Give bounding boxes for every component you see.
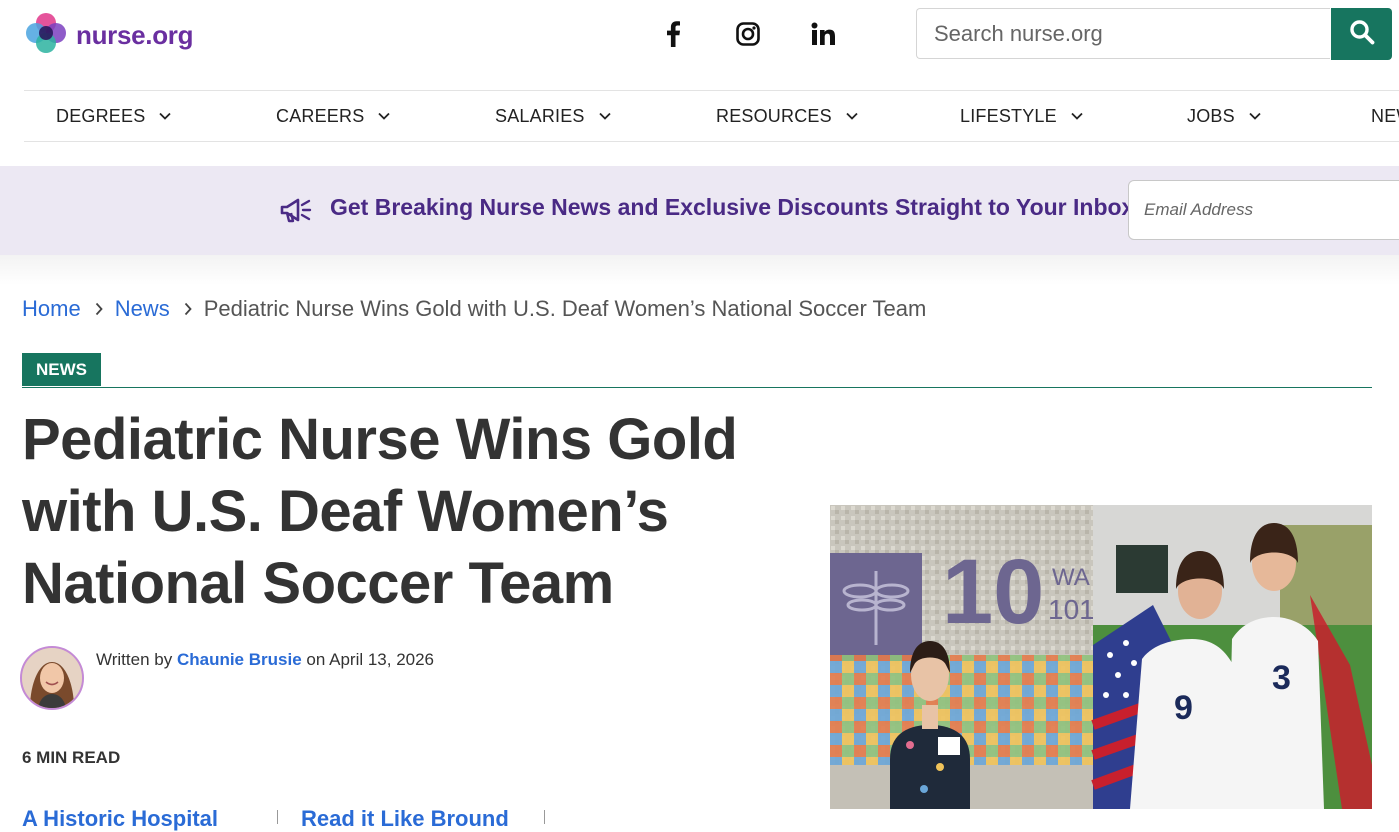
jersey-number-right: 3: [1272, 659, 1291, 697]
author-avatar[interactable]: [20, 646, 84, 710]
category-row: NEWS: [22, 353, 1372, 388]
chevron-right-icon: [95, 302, 103, 316]
jersey-number-left: 9: [1174, 689, 1193, 727]
svg-text:101: 101: [1048, 594, 1095, 625]
nav-item-salaries[interactable]: SALARIES: [495, 91, 611, 141]
author-link[interactable]: Chaunie Brusie: [177, 650, 302, 669]
nav-item-jobs[interactable]: JOBS: [1187, 91, 1261, 141]
svg-text:WA: WA: [1052, 564, 1090, 591]
chevron-down-icon: [599, 112, 611, 120]
chevron-down-icon: [1249, 112, 1261, 120]
search-button[interactable]: [1331, 8, 1392, 60]
site-logo[interactable]: nurse.org: [24, 11, 194, 60]
nav-label: CAREERS: [276, 105, 365, 126]
nav-label: NEWS: [1371, 105, 1399, 126]
nav-label: DEGREES: [56, 105, 146, 126]
instagram-icon[interactable]: [730, 16, 766, 52]
nav-item-resources[interactable]: RESOURCES: [716, 91, 858, 141]
byline-prefix: Written by: [96, 650, 173, 669]
wall-number: 10: [942, 541, 1044, 643]
megaphone-icon: [280, 196, 312, 229]
breadcrumb-current: Pediatric Nurse Wins Gold with U.S. Deaf…: [203, 296, 927, 321]
breadcrumb-news-link[interactable]: News: [115, 296, 170, 322]
nav-label: JOBS: [1187, 105, 1235, 126]
publish-date: April 13, 2026: [329, 650, 435, 669]
breadcrumb: Home News Pediatric Nurse Wins Gold with…: [22, 295, 926, 323]
chevron-down-icon: [159, 112, 172, 120]
search-input[interactable]: [917, 9, 1330, 58]
article-title: Pediatric Nurse Wins Gold with U.S. Deaf…: [22, 407, 738, 616]
chevron-right-icon: [184, 302, 192, 316]
chevron-down-icon: [846, 112, 858, 120]
logo-text: nurse.org: [76, 19, 194, 50]
toc-divider: [544, 810, 545, 824]
byline-on: on: [306, 650, 326, 669]
linkedin-icon[interactable]: [805, 16, 841, 52]
hero-image: 10 WA 101 9 3: [830, 505, 1372, 809]
chevron-down-icon: [378, 112, 391, 120]
newsletter-text: Get Breaking Nurse News and Exclusive Di…: [330, 194, 1142, 220]
category-tag[interactable]: NEWS: [22, 353, 101, 386]
nav-label: LIFESTYLE: [960, 105, 1057, 126]
nav-item-lifestyle[interactable]: LIFESTYLE: [960, 91, 1083, 141]
newsletter-banner: Get Breaking Nurse News and Exclusive Di…: [0, 166, 1399, 255]
byline: Written by Chaunie Brusie on April 13, 2…: [96, 650, 434, 670]
nav-label: RESOURCES: [716, 105, 832, 126]
main-nav: DEGREES CAREERS SALARIES RESOURCES LIFES…: [24, 90, 1399, 142]
toc-divider: [277, 810, 278, 824]
toc-link-read-it[interactable]: Read it Like Bround: [301, 806, 509, 832]
nav-item-news[interactable]: NEWS: [1371, 91, 1399, 141]
toc-link-historic-hospital[interactable]: A Historic Hospital: [22, 806, 218, 832]
read-time: 6 MIN READ: [22, 748, 121, 767]
banner-shadow: [0, 255, 1399, 285]
breadcrumb-home-link[interactable]: Home: [22, 296, 81, 322]
search-icon: [1349, 19, 1375, 50]
nav-label: SALARIES: [495, 105, 585, 126]
facebook-icon[interactable]: [655, 16, 691, 52]
chevron-down-icon: [1071, 112, 1083, 120]
logo-icon: [24, 11, 68, 60]
search-box: [916, 8, 1330, 59]
nav-item-degrees[interactable]: DEGREES: [56, 91, 172, 141]
email-field[interactable]: [1128, 180, 1399, 240]
site-header: nurse.org: [0, 0, 1399, 90]
nav-item-careers[interactable]: CAREERS: [276, 91, 391, 141]
